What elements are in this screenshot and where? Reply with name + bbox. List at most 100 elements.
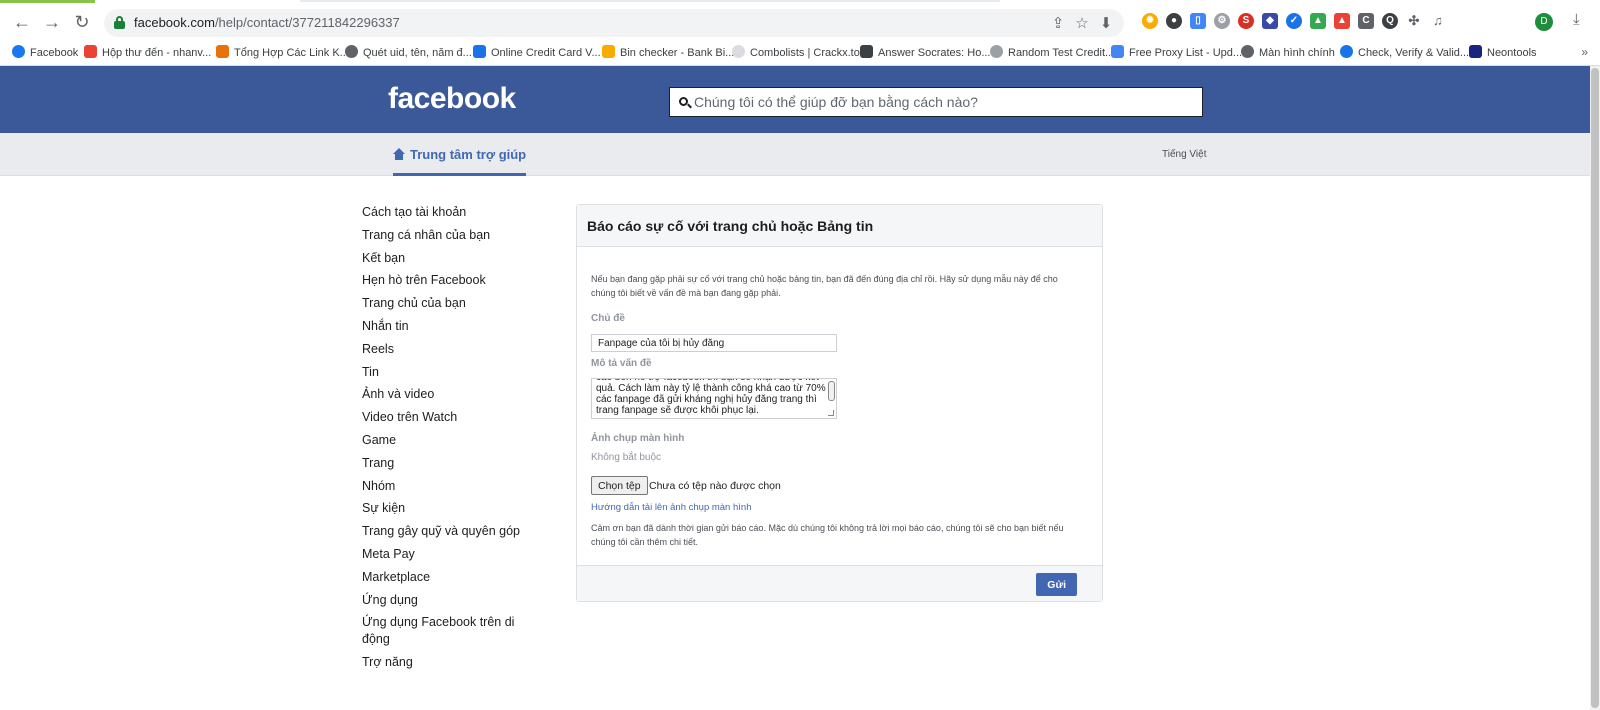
- sidebar-item[interactable]: Trang gây quỹ và quyên góp: [362, 523, 532, 540]
- bookmark-item[interactable]: Online Credit Card V...: [473, 45, 601, 61]
- reload-icon[interactable]: ↻: [72, 12, 92, 32]
- form-intro-text: Nếu bạn đang gặp phải sự cố với trang ch…: [591, 274, 1058, 298]
- description-scrollbar[interactable]: [828, 381, 835, 401]
- bookmark-label: Check, Verify & Valid...: [1358, 47, 1470, 59]
- sidebar-item[interactable]: Ảnh và video: [362, 386, 532, 403]
- sidebar-item[interactable]: Kết bạn: [362, 250, 532, 267]
- bookmark-favicon: [12, 45, 25, 58]
- facebook-logo[interactable]: facebook: [388, 82, 516, 116]
- sidebar-item[interactable]: Ứng dụng Facebook trên di động: [362, 614, 532, 648]
- forward-arrow-icon[interactable]: →: [42, 12, 62, 32]
- description-textarea[interactable]: cao bên hỗ trợ facebook thì bạn sẽ nhận …: [591, 378, 837, 419]
- extension-search-icon[interactable]: Q: [1382, 13, 1398, 29]
- bookmark-favicon: [990, 45, 1003, 58]
- downloads-icon[interactable]: ⤓: [1573, 11, 1580, 28]
- tab-help-center[interactable]: Trung tâm trợ giúp: [393, 133, 527, 176]
- subject-field[interactable]: [591, 334, 837, 352]
- sidebar-item[interactable]: Sự kiện: [362, 500, 532, 517]
- page-scrollbar[interactable]: [1590, 66, 1600, 710]
- help-search-box[interactable]: [669, 87, 1203, 117]
- extensions-puzzle-icon[interactable]: ✣: [1406, 13, 1422, 29]
- bookmark-item[interactable]: Hộp thư đến - nhanv...: [84, 45, 211, 61]
- subject-label: Chủ đề: [591, 313, 625, 324]
- language-selector[interactable]: Tiếng Việt: [1162, 149, 1206, 160]
- globe-icon: [1241, 45, 1254, 58]
- page-load-progress: [0, 0, 95, 3]
- address-bar[interactable]: facebook.com/help/contact/37721184229633…: [104, 9, 1124, 37]
- install-download-icon[interactable]: ⬇: [1097, 14, 1115, 32]
- sidebar-item[interactable]: Game: [362, 432, 532, 449]
- sidebar-item[interactable]: Nhắn tin: [362, 318, 532, 335]
- bookmark-label: Random Test Credit...: [1008, 47, 1115, 59]
- url-text[interactable]: facebook.com/help/contact/37721184229633…: [134, 15, 400, 30]
- home-icon: [393, 148, 405, 160]
- extension-c-icon[interactable]: C: [1358, 13, 1374, 29]
- bookmark-favicon: [1340, 45, 1353, 58]
- extension-chart-red-icon[interactable]: ▲: [1334, 13, 1350, 29]
- resize-grip-icon[interactable]: [828, 410, 834, 416]
- bookmark-item[interactable]: Random Test Credit...: [990, 45, 1114, 61]
- bookmark-item[interactable]: Combolists | Crackx.to: [732, 45, 860, 61]
- browser-chrome: ← → ↻ facebook.com/help/contact/37721184…: [0, 0, 1600, 66]
- url-host: facebook.com: [134, 15, 215, 30]
- extension-document-icon[interactable]: ▯: [1190, 13, 1206, 29]
- help-subnav: Trung tâm trợ giúp: [0, 133, 1590, 176]
- star-icon[interactable]: ☆: [1073, 14, 1091, 32]
- extension-dark-circle-icon[interactable]: ●: [1166, 13, 1182, 29]
- tab-help-center-label: Trung tâm trợ giúp: [410, 147, 527, 162]
- media-queue-icon[interactable]: ♫: [1430, 13, 1446, 29]
- choose-file-button[interactable]: Chọn tệp: [591, 476, 648, 495]
- bookmark-label: Free Proxy List - Upd...: [1129, 47, 1243, 59]
- search-icon: [679, 97, 688, 106]
- sidebar-item[interactable]: Reels: [362, 341, 532, 358]
- profile-avatar[interactable]: D: [1535, 13, 1553, 31]
- extensions-bar: ✹ ● ▯ ⚙ S ◆ ✓ ▲ ▲ C Q ✣ ♫: [1142, 12, 1582, 34]
- bookmark-favicon: [860, 45, 873, 58]
- form-footer: Gửi: [577, 565, 1102, 601]
- help-topics-sidebar: Cách tạo tài khoản Trang cá nhân của bạn…: [362, 204, 532, 677]
- extension-chart-green-icon[interactable]: ▲: [1310, 13, 1326, 29]
- file-status-text: Chưa có tệp nào được chọn: [649, 480, 781, 492]
- sidebar-item[interactable]: Trang cá nhân của bạn: [362, 227, 532, 244]
- submit-button[interactable]: Gửi: [1036, 573, 1077, 596]
- bookmark-item[interactable]: Bin checker - Bank Bi...: [602, 45, 734, 61]
- sidebar-item[interactable]: Nhóm: [362, 478, 532, 495]
- extension-check-icon[interactable]: ✓: [1286, 13, 1302, 29]
- page-scrollbar-thumb[interactable]: [1591, 68, 1599, 708]
- gmail-icon: [84, 45, 97, 58]
- thanks-text: Cảm ơn bạn đã dành thời gian gửi báo cáo…: [591, 523, 1064, 547]
- share-icon[interactable]: ⇪: [1049, 14, 1067, 32]
- sidebar-item[interactable]: Trợ năng: [362, 654, 532, 671]
- bookmark-favicon: [1111, 45, 1124, 58]
- bookmark-item[interactable]: Answer Socrates: Ho...: [860, 45, 991, 61]
- lock-icon[interactable]: [114, 16, 125, 29]
- fb-header: facebook: [0, 66, 1590, 133]
- sidebar-item[interactable]: Trang: [362, 455, 532, 472]
- extension-gear-icon[interactable]: ⚙: [1214, 13, 1230, 29]
- extension-s-icon[interactable]: S: [1238, 13, 1254, 29]
- bookmark-item[interactable]: Quét uid, tên, năm đ...: [345, 45, 472, 61]
- sidebar-item[interactable]: Ứng dụng: [362, 592, 532, 609]
- sidebar-item[interactable]: Trang chủ của bạn: [362, 295, 532, 312]
- bookmark-item[interactable]: Màn hình chính: [1241, 45, 1335, 61]
- url-path: /help/contact/377211842296337: [214, 15, 400, 30]
- sidebar-item[interactable]: Cách tạo tài khoản: [362, 204, 532, 221]
- screenshot-guide-link[interactable]: Hướng dẫn tải lên ảnh chụp màn hình: [591, 502, 751, 513]
- bookmark-label: Facebook: [30, 47, 79, 59]
- more-bookmarks-chevron-icon[interactable]: »: [1581, 45, 1588, 59]
- sidebar-item[interactable]: Marketplace: [362, 569, 532, 586]
- bookmark-item[interactable]: Check, Verify & Valid...: [1340, 45, 1469, 61]
- bookmark-item[interactable]: Free Proxy List - Upd...: [1111, 45, 1242, 61]
- bookmark-item[interactable]: Facebook: [12, 45, 78, 61]
- extension-sun-icon[interactable]: ✹: [1142, 13, 1158, 29]
- bookmark-item[interactable]: Tổng Hợp Các Link K...: [216, 45, 349, 61]
- sidebar-item[interactable]: Tin: [362, 364, 532, 381]
- sidebar-item[interactable]: Meta Pay: [362, 546, 532, 563]
- extension-cube-icon[interactable]: ◆: [1262, 13, 1278, 29]
- help-search-input[interactable]: [694, 88, 1194, 116]
- tab-strip-divider: [300, 0, 1000, 2]
- back-arrow-icon[interactable]: ←: [12, 12, 32, 32]
- sidebar-item[interactable]: Video trên Watch: [362, 409, 532, 426]
- sidebar-item[interactable]: Hẹn hò trên Facebook: [362, 272, 532, 289]
- bookmark-item[interactable]: Neontools: [1469, 45, 1537, 61]
